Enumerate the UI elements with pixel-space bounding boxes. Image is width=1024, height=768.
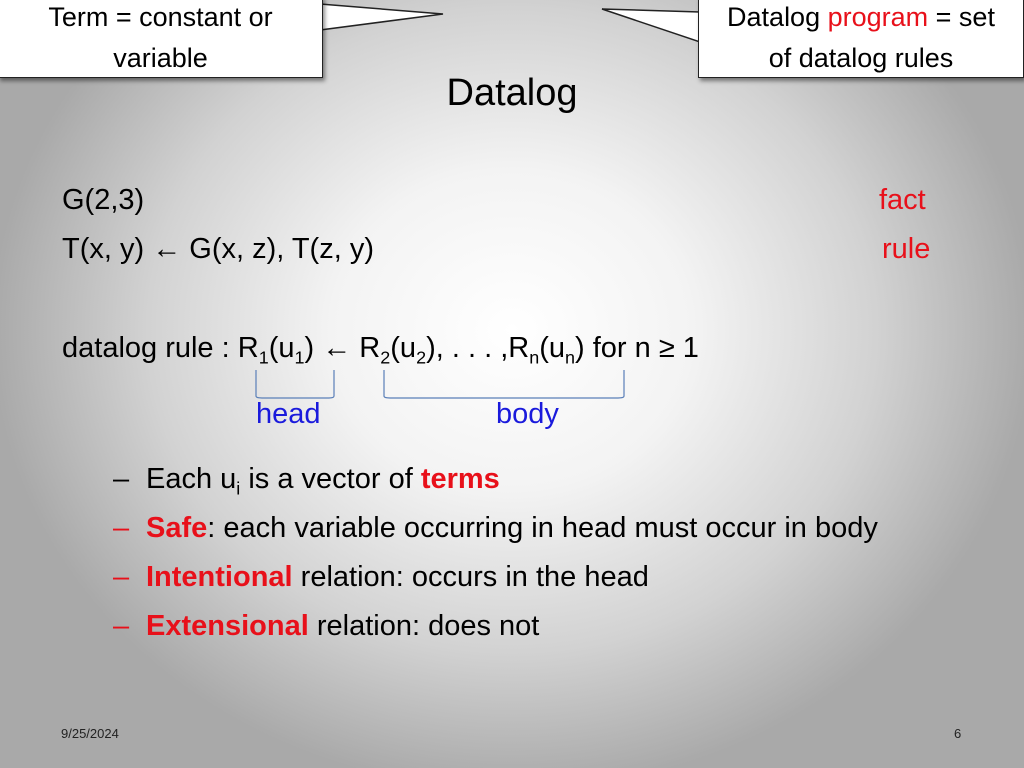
dash-icon: – [113,561,130,593]
body-bracket [383,370,625,399]
footer-date: 9/25/2024 [61,726,119,741]
definition-prefix: datalog rule : [62,332,238,364]
bullet-text: is a vector of [240,463,421,495]
term-vector: u [548,332,566,364]
paren: ( [539,332,549,364]
rule-label: rule [882,233,931,265]
relation-symbol: R [237,332,259,364]
callout-left-line1: Term = constant or [48,2,273,32]
subscript: 1 [294,347,305,368]
page-number: 6 [954,726,962,741]
callout-left-pointer [319,3,444,31]
bullet-highlight: Intentional [146,561,293,593]
bullet-item: – Extensional relation: does not [113,610,539,643]
rule-example: T(x, y) ← G(x, z), T(z, y) [62,233,374,265]
bullet-highlight: terms [420,463,500,495]
bullet-text: Each u [146,463,237,495]
bullet-item: – Each ui is a vector of terms [113,463,500,497]
bullet-text: relation: occurs in the head [292,561,649,593]
paren: ( [390,332,400,364]
relation-symbol: R [359,332,381,364]
datalog-rule-definition: datalog rule : R1(u1) ← R2(u2), . . . ,R… [62,332,699,368]
paren: ) [575,332,585,364]
head-bracket [255,370,335,399]
bullet-item: – Intentional relation: occurs in the hea… [113,561,649,594]
head-label: head [256,398,321,430]
term-vector: u [278,332,295,364]
body-label: body [496,398,559,430]
callout-right-text: = set [928,2,995,32]
definition-suffix: for n ≥ 1 [584,332,699,364]
ellipsis: , . . . , [435,332,509,364]
callout-right-text: Datalog [727,2,828,32]
dash-icon: – [113,463,130,495]
subscript: 1 [258,347,269,368]
subscript: 2 [380,347,391,368]
callout-right-pointer [601,8,701,44]
bullet-highlight: Safe [146,512,208,544]
bullet-text: relation: does not [308,610,540,642]
fact-label: fact [879,184,926,216]
bullet-highlight: Extensional [146,610,309,642]
slide-title: Datalog [446,72,578,114]
paren: ( [268,332,279,364]
callout-term-definition: Term = constant or variable [0,0,323,78]
fact-example: G(2,3) [62,184,145,216]
dash-icon: – [113,610,130,642]
subscript: n [565,347,576,368]
dash-icon: – [113,512,130,544]
callout-right-highlight: program [827,2,929,32]
paren: ) [304,332,315,364]
callout-right-line1: Datalog program = set [699,0,1023,38]
relation-symbol: R [508,332,530,364]
callout-pointers [255,3,701,399]
subscript: 2 [416,347,427,368]
bullet-text: : each variable occurring in head must o… [207,512,878,544]
callout-program-definition: Datalog program = set of datalog rules [698,0,1024,78]
term-vector: u [399,332,417,364]
arrow: ← [314,332,360,364]
paren: ) [426,332,436,364]
subscript: n [529,347,540,368]
bullet-item: – Safe: each variable occurring in head m… [113,512,878,545]
